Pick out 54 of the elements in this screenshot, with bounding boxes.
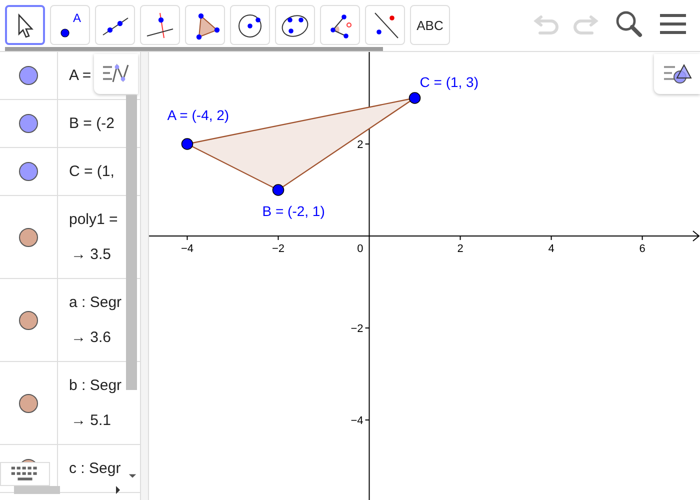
graphics-style-icon: [662, 62, 692, 86]
object-definition[interactable]: poly1 =: [69, 211, 118, 228]
tick-label: −4: [350, 414, 364, 427]
point-label: B = (-2, 1): [262, 203, 325, 219]
algebra-style-toggle[interactable]: [94, 54, 138, 94]
tick-label: 4: [548, 242, 554, 255]
search-icon[interactable]: [614, 9, 644, 39]
point: [181, 138, 194, 150]
object-value: → 3.6: [70, 329, 112, 346]
horizontal-scrollbar[interactable]: [14, 486, 60, 494]
text-tool-button[interactable]: ABC: [410, 5, 450, 45]
tick-label: 2: [457, 242, 464, 255]
visibility-toggle[interactable]: [19, 228, 38, 246]
triangle-drawing[interactable]: [181, 92, 421, 196]
object-value: → 5.1: [70, 412, 112, 429]
object-definition[interactable]: b : Segr: [69, 377, 122, 394]
object-definition[interactable]: c : Segr: [69, 460, 121, 477]
object-value: → 3.5: [70, 246, 112, 263]
line-tool-button[interactable]: [95, 5, 135, 45]
tick-label: 2: [357, 139, 364, 151]
reflect-tool-button[interactable]: [365, 5, 405, 45]
point: [272, 184, 284, 196]
point: [408, 92, 421, 104]
visibility-toggle[interactable]: [19, 114, 38, 133]
tick-label: −2: [350, 322, 364, 335]
visibility-toggle[interactable]: [19, 66, 38, 85]
toolbar-scrollbar[interactable]: [5, 47, 383, 51]
graphics-style-toggle[interactable]: [654, 54, 700, 94]
visibility-toggle[interactable]: [19, 162, 38, 181]
tick-label: −4: [180, 242, 194, 255]
move-tool-button[interactable]: [5, 5, 45, 45]
polygon-tool-button[interactable]: [185, 5, 225, 45]
caret-icon[interactable]: [128, 473, 137, 479]
tick-label: −2: [272, 242, 285, 255]
vertical-scrollbar[interactable]: [126, 95, 137, 390]
conic-tool-button[interactable]: [275, 5, 315, 45]
tick-label: 6: [639, 242, 646, 255]
visibility-toggle[interactable]: [19, 310, 38, 330]
object-definition[interactable]: C = (1,: [69, 163, 114, 180]
point-label: C = (1, 3): [420, 74, 478, 90]
object-definition[interactable]: B = (-2: [69, 115, 114, 132]
perpendicular-tool-button[interactable]: [140, 5, 180, 45]
point-icon: [60, 28, 70, 38]
point-label: A = (-4, 2): [167, 107, 230, 123]
origin-label: 0: [357, 242, 364, 255]
visibility-toggle[interactable]: [19, 394, 38, 412]
object-definition[interactable]: A =: [69, 67, 92, 84]
point-tool-button[interactable]: A: [50, 5, 90, 45]
keyboard-button[interactable]: [0, 462, 50, 486]
scroll-right-icon[interactable]: [115, 485, 121, 495]
perpendicular-line-icon: [145, 10, 175, 40]
object-definition[interactable]: a : Segr: [69, 294, 122, 311]
angle-tool-button[interactable]: [320, 5, 360, 45]
circle-tool-button[interactable]: [230, 5, 270, 45]
